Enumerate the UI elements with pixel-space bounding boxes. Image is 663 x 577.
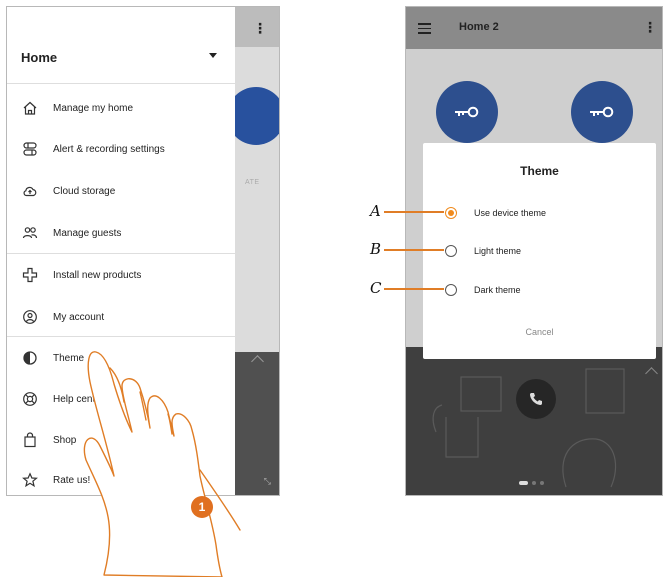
radio-button[interactable] — [445, 245, 457, 257]
right-phone-screen: Home 2 ⋮ Theme Use device theme Light th… — [405, 6, 663, 496]
phone-icon — [530, 393, 542, 405]
key-icon — [590, 106, 614, 118]
theme-dialog: Theme Use device theme Light theme Dark … — [423, 143, 656, 359]
callout-label: B — [370, 240, 382, 258]
key-icon — [455, 106, 479, 118]
radio-button[interactable] — [445, 284, 457, 296]
door-unlock-button[interactable] — [436, 81, 498, 143]
callout-label: A — [370, 202, 381, 220]
option-light-theme[interactable]: Light theme — [445, 243, 521, 259]
callout-line — [384, 288, 444, 290]
option-label: Light theme — [474, 246, 522, 256]
option-use-device-theme[interactable]: Use device theme — [445, 205, 546, 221]
step-badge: 1 — [191, 496, 213, 518]
option-label: Use device theme — [474, 208, 547, 218]
callout-line — [384, 211, 444, 213]
hamburger-menu-icon[interactable] — [418, 23, 431, 37]
callout-label: C — [370, 279, 382, 297]
page-indicator — [519, 481, 544, 485]
dialog-title: Theme — [520, 164, 559, 178]
background-video-area — [406, 347, 662, 495]
room-illustration — [432, 368, 625, 488]
cancel-button[interactable]: Cancel — [423, 327, 656, 337]
answer-call-button[interactable] — [516, 379, 556, 419]
option-label: Dark theme — [474, 285, 521, 295]
kebab-menu-icon[interactable]: ⋮ — [643, 19, 657, 36]
radio-button-selected[interactable] — [445, 207, 457, 219]
app-topbar: Home 2 ⋮ — [406, 7, 662, 49]
door-unlock-button[interactable] — [571, 81, 633, 143]
option-dark-theme[interactable]: Dark theme — [445, 282, 521, 298]
callout-line — [384, 249, 444, 251]
home-title: Home 2 — [459, 21, 499, 33]
